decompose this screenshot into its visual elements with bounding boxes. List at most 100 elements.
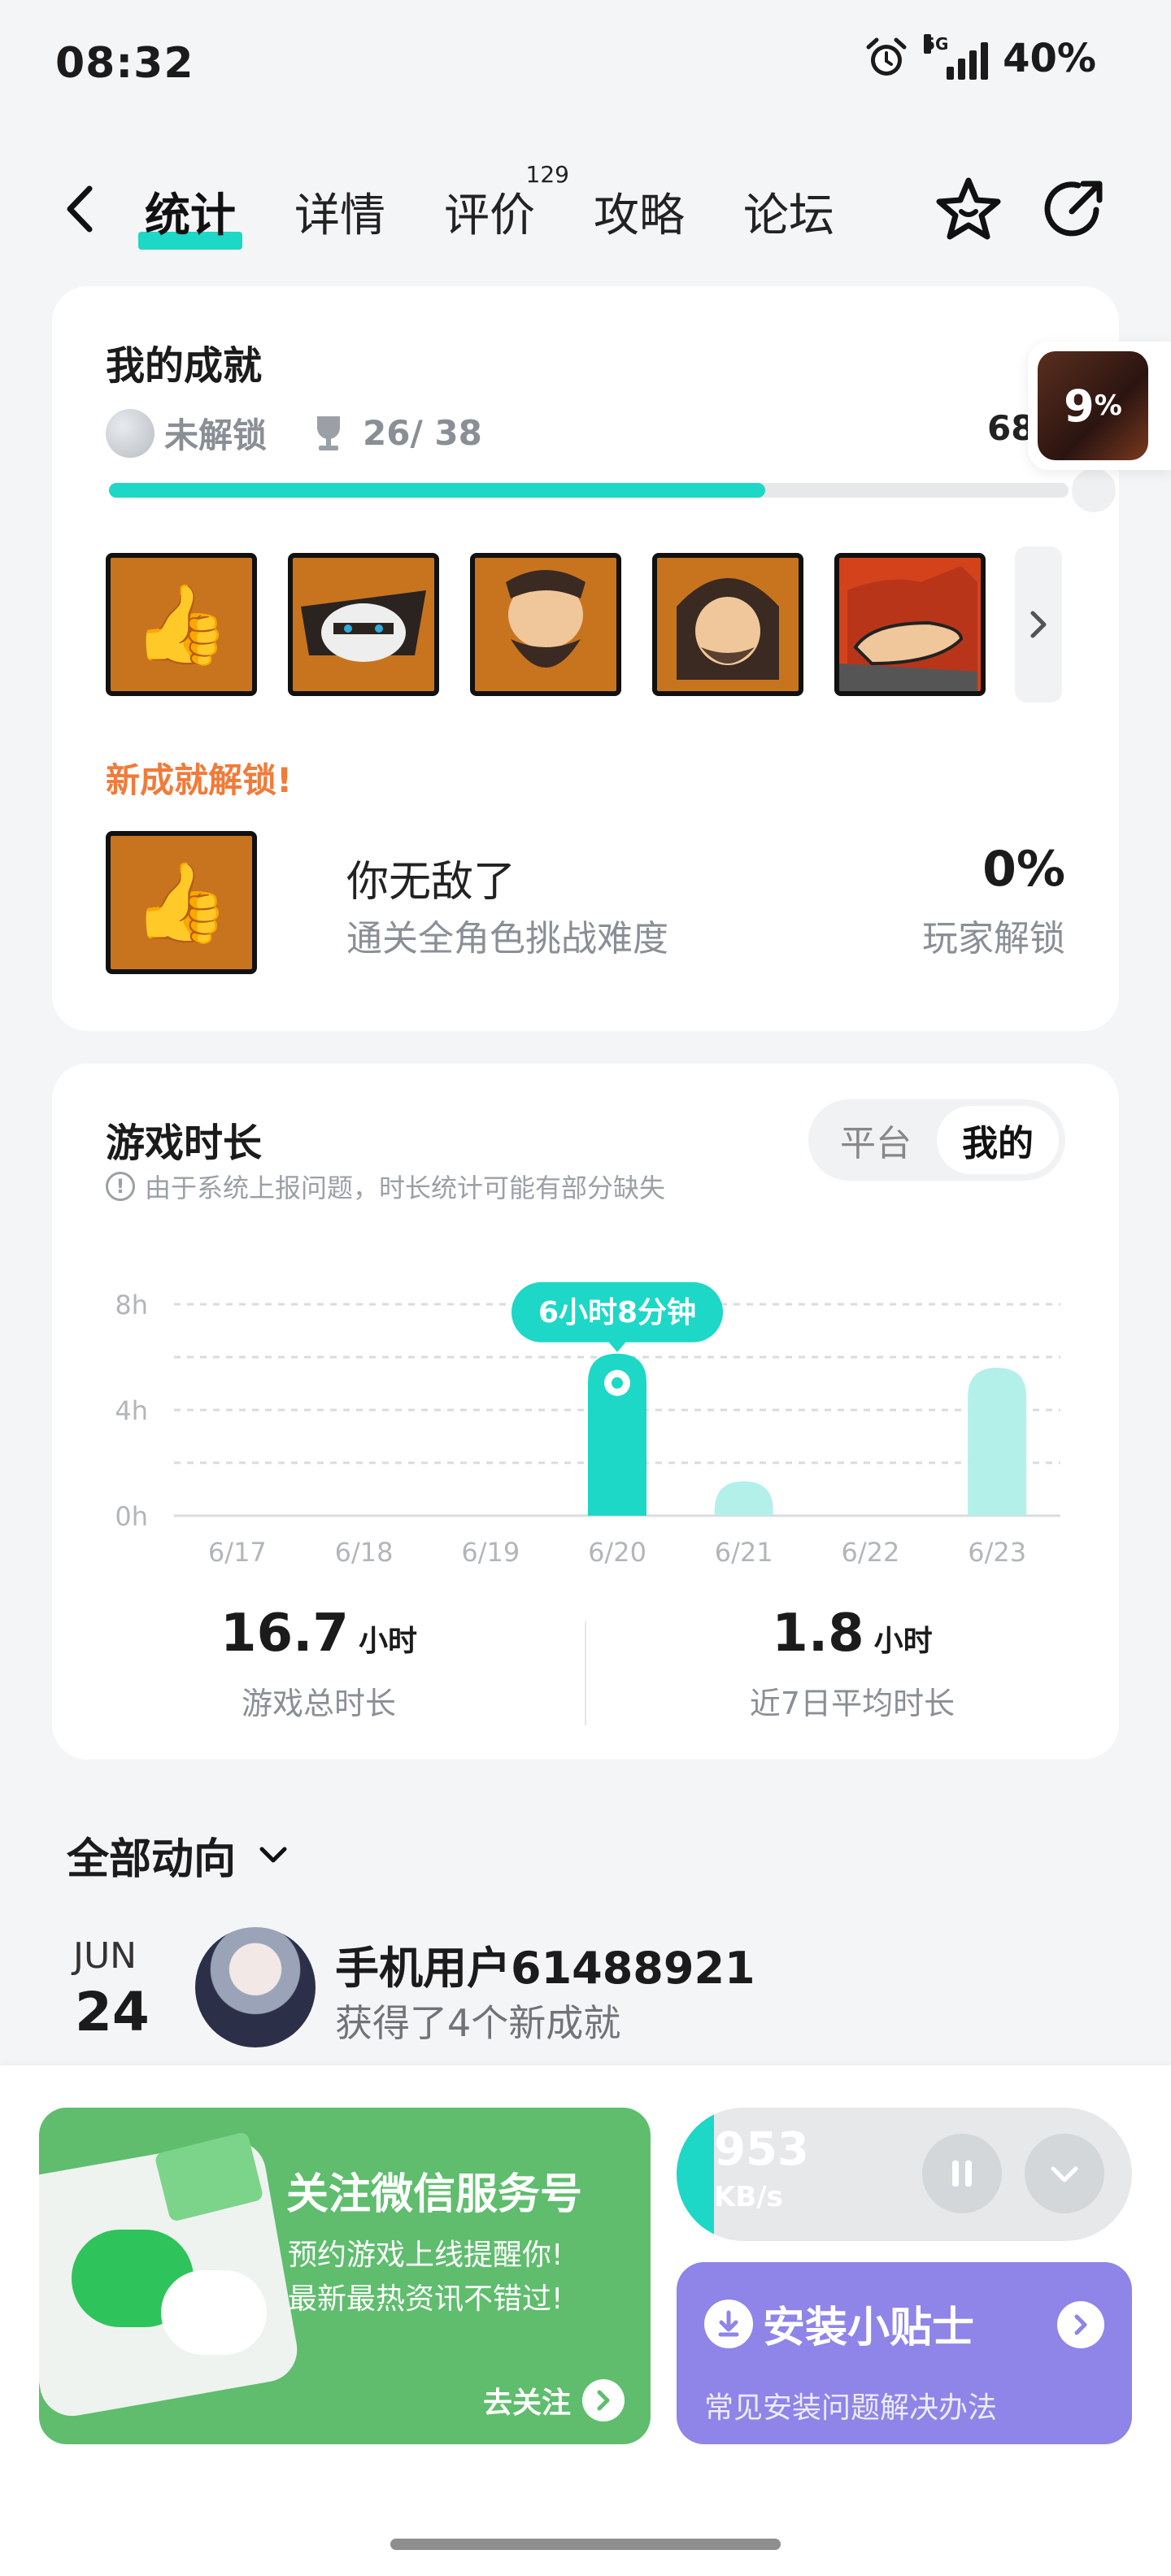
tab-details[interactable]: 详情 (294, 179, 385, 245)
network-type: 5G (924, 34, 949, 54)
status-time: 08:32 (55, 39, 194, 88)
bottom-promo-area: 关注微信服务号 预约游戏上线提醒你! 最新最热资讯不错过! 去关注 953 KB… (0, 2065, 1171, 2576)
achievement-progress-fill (109, 483, 766, 498)
y-tick-label: 0h (115, 1501, 148, 1532)
feed-day: 24 (75, 1981, 150, 2043)
playtime-bar-chart: 0h 4h 8h 6/17 6/18 6/19 6小时8分钟 6/20 6/21 6/22 6/23 (115, 1281, 1060, 1568)
y-tick-label: 8h (115, 1290, 148, 1321)
chart-bar (714, 1481, 773, 1516)
floating-percent: 9% (1038, 351, 1148, 460)
locked-label: 未解锁 (164, 416, 268, 455)
x-tick-label: 6/18 (335, 1537, 394, 1568)
download-progress-fill (677, 2108, 714, 2241)
achievements-title: 我的成就 (106, 343, 263, 389)
bar-tooltip-arrow (607, 1340, 627, 1352)
trophy-icon (317, 416, 341, 450)
new-unlock-label: 新成就解锁! (106, 760, 293, 800)
new-achievement-item[interactable]: 👍 你无敌了 通关全角色挑战难度 0% 玩家解锁 (106, 831, 1065, 977)
masked-bandit-icon[interactable] (288, 553, 439, 696)
globe-icon (106, 408, 155, 458)
battery-level: 40% (1003, 36, 1096, 81)
new-achievement-percent-label: 玩家解锁 (922, 918, 1065, 959)
avg-hours-value: 1.8 (772, 1603, 864, 1664)
playtime-title: 游戏时长 (106, 1120, 263, 1166)
collapse-button[interactable] (1025, 2134, 1104, 2213)
feed-item[interactable]: JUN 24 手机用户61488921 获得了4个新成就 (67, 1927, 1108, 2065)
bar-tooltip-label: 6小时8分钟 (538, 1296, 696, 1329)
summary-average: 1.8 小时 近7日平均时长 (586, 1603, 1119, 1723)
pause-button[interactable] (922, 2134, 1002, 2213)
feed-username[interactable]: 手机用户61488921 (335, 1932, 755, 1996)
segment-mine[interactable]: 我的 (937, 1106, 1059, 1174)
chart-bar (968, 1368, 1027, 1516)
floating-percent-sign: % (1094, 389, 1122, 422)
wechat-card-line1: 预约游戏上线提醒你! (288, 2239, 564, 2272)
chevron-down-icon (1051, 2166, 1078, 2182)
achievement-icon-row: 👍 (106, 553, 986, 696)
feed-text: 获得了4个新成就 (335, 2001, 621, 2045)
alarm-icon (866, 37, 907, 76)
x-tick-label: 6/19 (461, 1537, 520, 1568)
total-hours-label: 游戏总时长 (241, 1686, 396, 1721)
chevron-right-icon[interactable] (1057, 2301, 1104, 2348)
avatar[interactable] (195, 1927, 316, 2047)
achievement-progress-bar (109, 465, 1119, 516)
feed-filter-dropdown[interactable]: 全部动向 (67, 1825, 291, 1886)
tab-reviews[interactable]: 评价 129 (444, 161, 569, 245)
wechat-card-title: 关注微信服务号 (286, 2170, 583, 2219)
share-icon[interactable] (1039, 174, 1109, 244)
new-achievement-desc: 通关全角色挑战难度 (346, 918, 668, 959)
pause-icon (952, 2160, 972, 2187)
total-hours-value: 16.7 (220, 1603, 349, 1664)
old-sage-icon[interactable] (652, 553, 803, 696)
status-icons: 5G 40% (864, 34, 1096, 81)
follow-button[interactable]: 去关注 (483, 2379, 625, 2422)
nav-tabs: 统计 详情 评价 129 攻略 论坛 (138, 161, 893, 250)
thumbs-up-icon: 👍 (106, 831, 257, 974)
follow-label: 去关注 (482, 2387, 571, 2420)
chevron-right-icon (582, 2379, 625, 2422)
download-speed-unit: KB/s (714, 2181, 783, 2213)
floating-percent-value: 9 (1064, 380, 1095, 432)
chevron-right-icon (1030, 611, 1047, 638)
avg-hours-label: 近7日平均时长 (749, 1686, 956, 1721)
wechat-card-line2: 最新最热资讯不错过! (288, 2282, 564, 2316)
star-favorite-icon[interactable] (934, 174, 1003, 244)
x-tick-label: 6/20 (588, 1537, 646, 1568)
install-tips-title: 安装小贴士 (763, 2304, 975, 2352)
achievements-more-button[interactable] (1015, 546, 1062, 703)
feed-title: 全部动向 (67, 1835, 237, 1884)
achievements-card: 我的成就 未解锁 26/ 38 68 👍 新成就解锁! 👍 你无敌了 通关全角色… (52, 286, 1119, 1031)
y-tick-label: 4h (115, 1395, 148, 1426)
segment-platform[interactable]: 平台 (815, 1106, 937, 1174)
install-tips-title-row: 安装小贴士 (704, 2293, 974, 2354)
install-tips-subtitle: 常见安装问题解决办法 (704, 2391, 998, 2425)
playtime-segment-control: 平台 我的 (808, 1099, 1065, 1181)
download-status-pill[interactable]: 953 KB/s (677, 2108, 1132, 2241)
tab-guides[interactable]: 攻略 (594, 179, 685, 245)
achievement-progress-text: 26/ 38 (363, 413, 482, 453)
status-bar: 08:32 5G 40% (0, 0, 1171, 130)
tab-forum[interactable]: 论坛 (743, 179, 834, 245)
x-tick-label: 6/17 (208, 1537, 267, 1568)
summary-total: 16.7 小时 游戏总时长 (52, 1603, 586, 1723)
playtime-summary: 16.7 小时 游戏总时长 1.8 小时 近7日平均时长 (52, 1603, 1119, 1734)
new-achievement-percent: 0% (982, 841, 1065, 898)
install-tips-card[interactable]: 安装小贴士 常见安装问题解决办法 (677, 2262, 1132, 2444)
download-icon (704, 2299, 753, 2348)
back-arrow-icon[interactable] (57, 181, 106, 237)
total-hours-unit: 小时 (358, 1625, 417, 1658)
wechat-follow-card[interactable]: 关注微信服务号 预约游戏上线提醒你! 最新最热资讯不错过! 去关注 (39, 2108, 651, 2444)
progress-end-knob (1069, 465, 1119, 516)
hand-icon[interactable] (834, 553, 986, 696)
tab-stats[interactable]: 统计 (138, 179, 242, 250)
thumbs-up-icon[interactable]: 👍 (106, 553, 257, 696)
home-indicator (390, 2539, 781, 2550)
floating-game-thumbnail[interactable]: 9% (1028, 342, 1171, 470)
x-tick-label: 6/21 (715, 1537, 773, 1568)
playtime-note-text: 由于系统上报问题，时长统计可能有部分缺失 (145, 1173, 666, 1203)
achievements-meta: 未解锁 26/ 38 (106, 408, 482, 458)
bearded-warrior-icon[interactable] (470, 553, 621, 696)
signal-icon: 5G (924, 34, 989, 80)
x-tick-label: 6/22 (841, 1537, 899, 1568)
